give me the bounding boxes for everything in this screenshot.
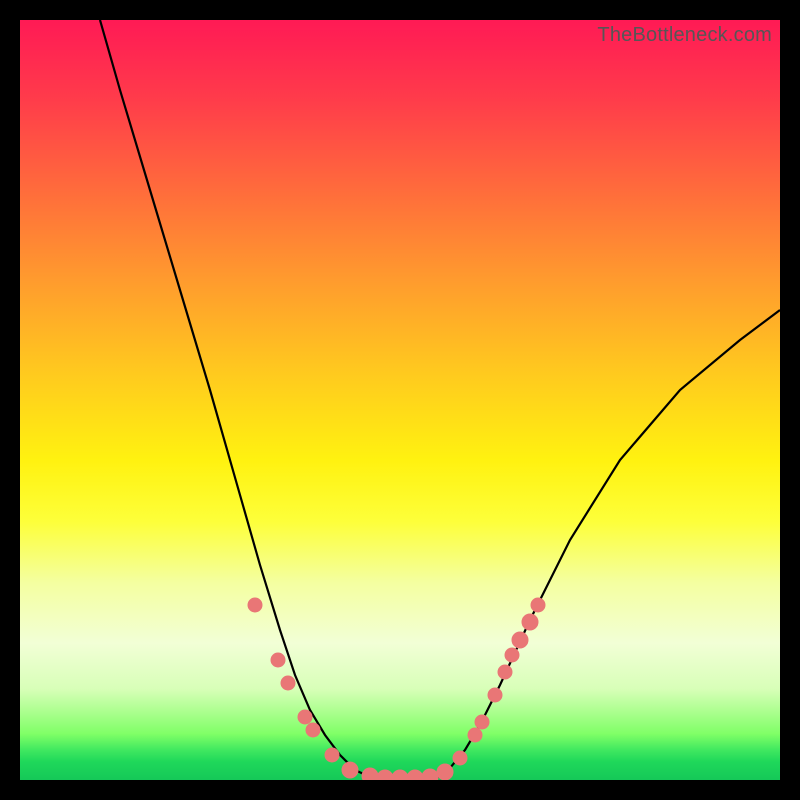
bottleneck-curve bbox=[100, 20, 780, 778]
data-marker bbox=[475, 715, 489, 729]
curve-group bbox=[100, 20, 780, 778]
chart-frame: TheBottleneck.com bbox=[0, 0, 800, 800]
curve-svg bbox=[20, 20, 780, 780]
data-marker bbox=[468, 728, 482, 742]
data-marker bbox=[407, 770, 423, 780]
marker-group bbox=[248, 598, 545, 780]
data-marker bbox=[531, 598, 545, 612]
plot-area: TheBottleneck.com bbox=[20, 20, 780, 780]
data-marker bbox=[281, 676, 295, 690]
data-marker bbox=[362, 768, 378, 780]
data-marker bbox=[377, 770, 393, 780]
data-marker bbox=[512, 632, 528, 648]
data-marker bbox=[392, 770, 408, 780]
data-marker bbox=[298, 710, 312, 724]
data-marker bbox=[437, 764, 453, 780]
data-marker bbox=[505, 648, 519, 662]
data-marker bbox=[325, 748, 339, 762]
data-marker bbox=[271, 653, 285, 667]
data-marker bbox=[342, 762, 358, 778]
data-marker bbox=[453, 751, 467, 765]
data-marker bbox=[422, 769, 438, 780]
watermark-text: TheBottleneck.com bbox=[597, 24, 772, 47]
data-marker bbox=[306, 723, 320, 737]
data-marker bbox=[488, 688, 502, 702]
data-marker bbox=[498, 665, 512, 679]
data-marker bbox=[248, 598, 262, 612]
data-marker bbox=[522, 614, 538, 630]
